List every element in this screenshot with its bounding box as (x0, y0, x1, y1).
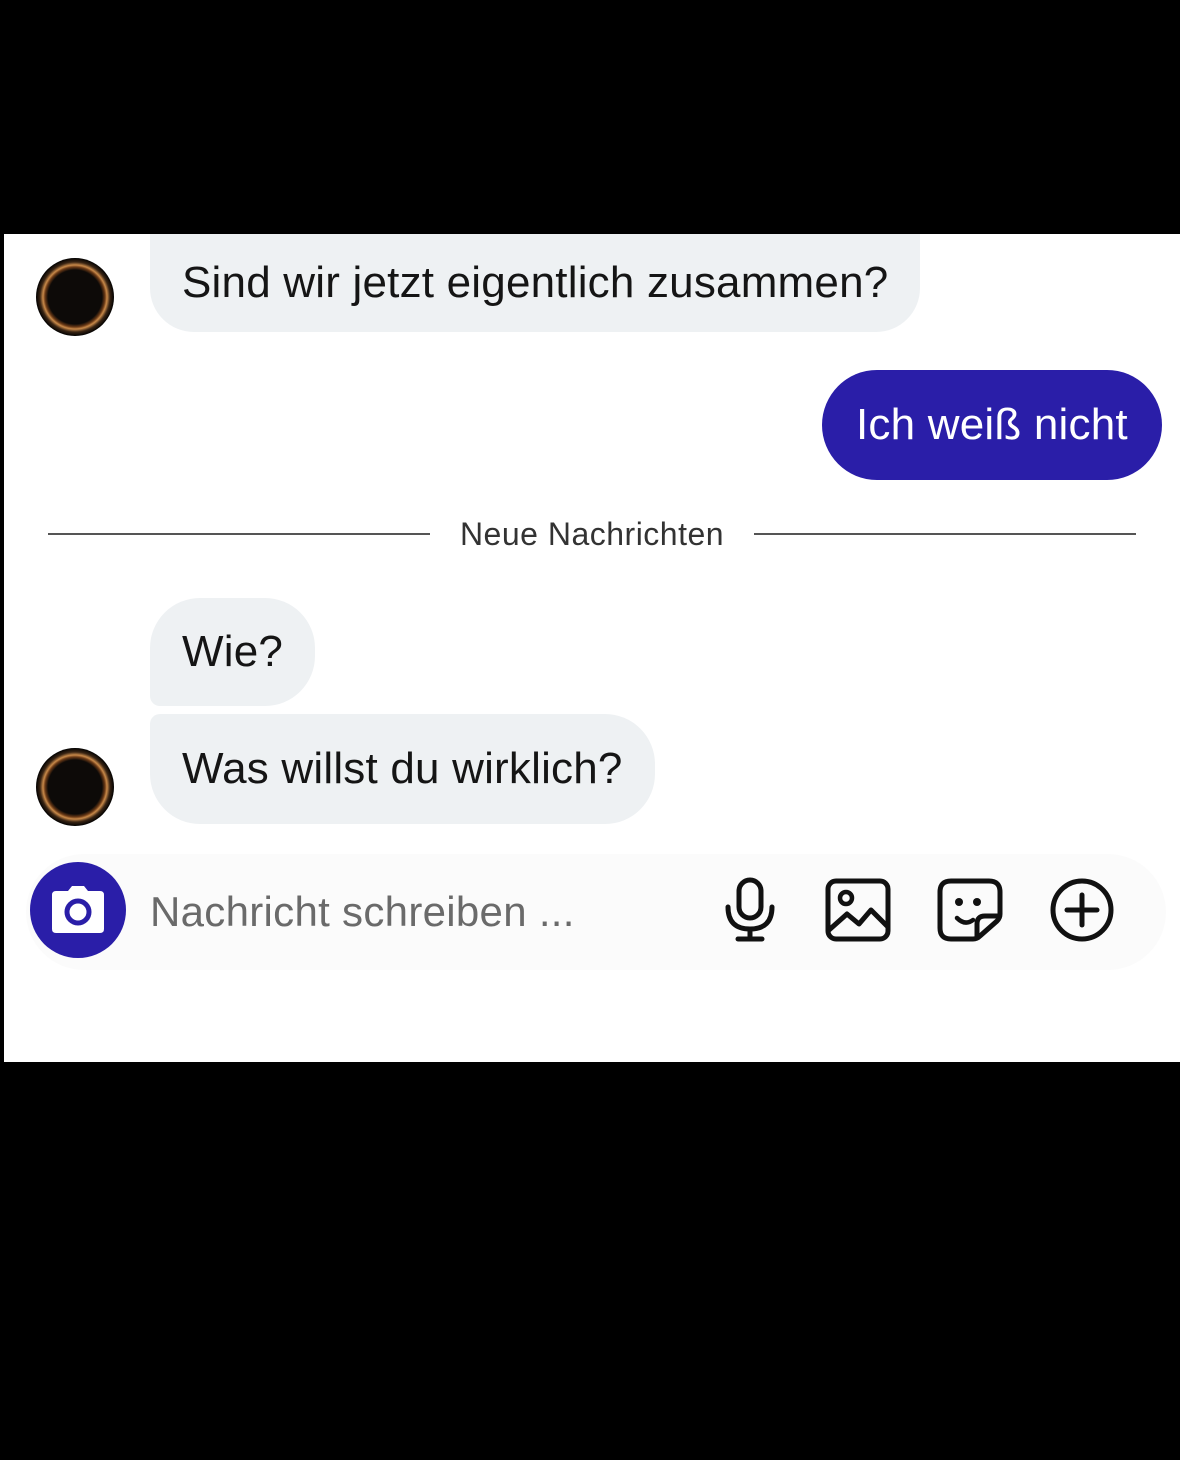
microphone-icon (725, 877, 775, 942)
gallery-button[interactable] (822, 874, 894, 946)
contact-avatar[interactable] (36, 258, 114, 336)
incoming-message-bubble[interactable]: Sind wir jetzt eigentlich zusammen? (150, 234, 921, 332)
plus-circle-icon (1050, 878, 1114, 942)
voice-message-button[interactable] (714, 874, 786, 946)
outgoing-message-bubble[interactable]: Ich weiß nicht (822, 370, 1162, 480)
message-input[interactable]: Nachricht schreiben ... (150, 888, 575, 936)
camera-icon (52, 886, 104, 933)
sticker-icon (937, 878, 1003, 942)
image-icon (825, 878, 891, 942)
divider-label: Neue Nachrichten (459, 515, 725, 552)
message-text: Ich weiß nicht (856, 400, 1128, 449)
new-messages-divider: Neue Nachrichten (48, 504, 1137, 564)
divider-line (48, 533, 430, 535)
message-text: Sind wir jetzt eigentlich zusammen? (182, 258, 889, 307)
more-options-button[interactable] (1046, 874, 1118, 946)
sticker-button[interactable] (934, 874, 1006, 946)
incoming-message-bubble[interactable]: Was willst du wirklich? (150, 714, 655, 824)
chat-screen: Sind wir jetzt eigentlich zusammen? Ich … (4, 234, 1180, 1062)
message-text: Wie? (182, 627, 284, 676)
divider-line (754, 533, 1137, 535)
contact-avatar[interactable] (36, 748, 114, 826)
message-composer: Nachricht schreiben ... (26, 854, 1166, 970)
camera-button[interactable] (30, 862, 126, 958)
message-text: Was willst du wirklich? (182, 744, 623, 793)
incoming-message-bubble[interactable]: Wie? (150, 598, 316, 706)
